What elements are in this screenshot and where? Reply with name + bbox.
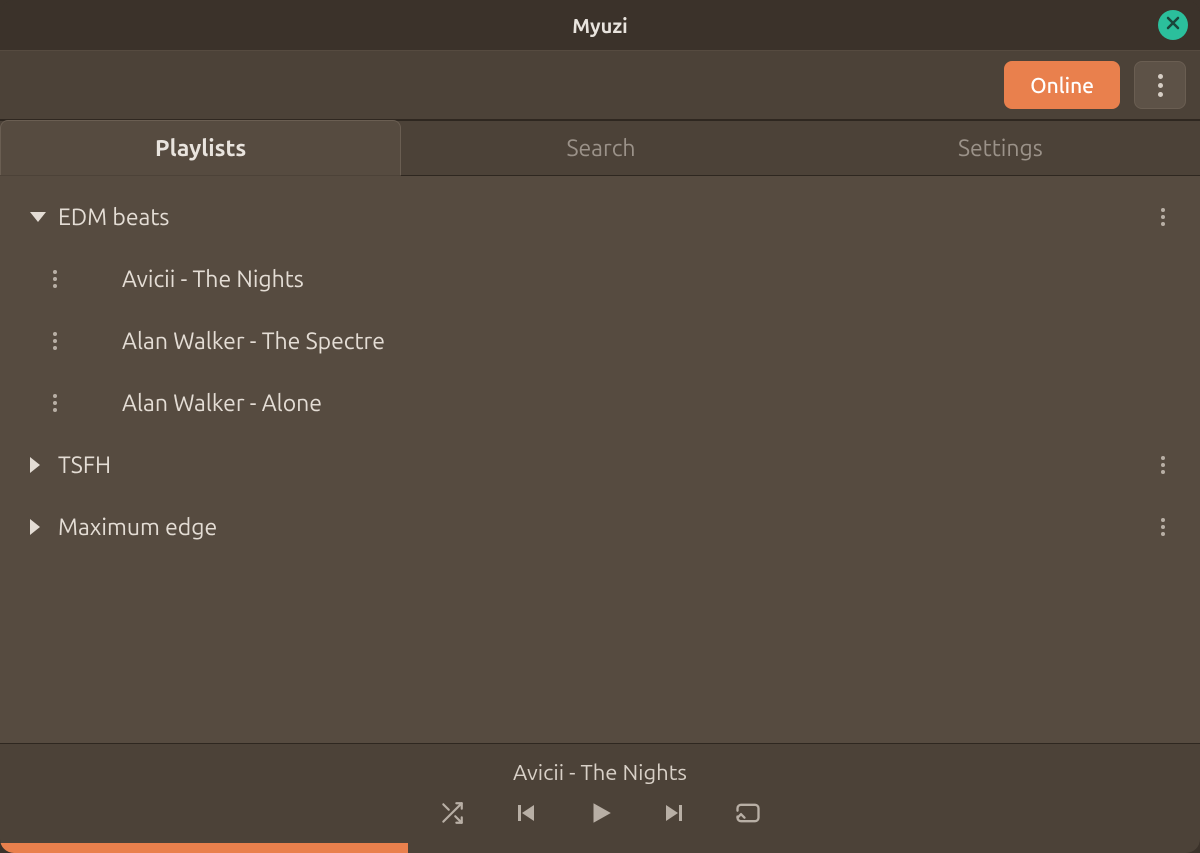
chevron-right-icon: [30, 457, 40, 473]
playlist-row: Maximum edge: [30, 496, 1178, 558]
playlist-row: EDM beats: [30, 186, 1178, 248]
playlist-menu-button[interactable]: [1148, 208, 1178, 226]
repeat-icon: [734, 801, 762, 829]
repeat-button[interactable]: [732, 799, 764, 831]
tab-label: Settings: [958, 136, 1043, 161]
tab-label: Search: [566, 136, 635, 161]
header-bar: Online: [0, 50, 1200, 120]
shuffle-button[interactable]: [436, 799, 468, 831]
tab-settings[interactable]: Settings: [801, 121, 1200, 176]
hamburger-menu-button[interactable]: [1134, 61, 1186, 109]
expand-toggle[interactable]: [30, 212, 58, 222]
close-icon: [1166, 16, 1180, 34]
skip-forward-icon: [662, 801, 686, 829]
shuffle-icon: [439, 800, 465, 830]
track-menu-button[interactable]: [40, 394, 70, 412]
chevron-right-icon: [30, 519, 40, 535]
track-menu-button[interactable]: [40, 332, 70, 350]
expand-toggle[interactable]: [30, 457, 58, 473]
close-button[interactable]: [1158, 10, 1188, 40]
play-icon: [587, 800, 613, 830]
track-row: Alan Walker - Alone: [30, 372, 1178, 434]
now-playing-label: Avicii - The Nights: [513, 760, 687, 785]
tab-playlists[interactable]: Playlists: [0, 120, 401, 175]
playlist-name[interactable]: Maximum edge: [58, 515, 1148, 540]
playlist-name[interactable]: TSFH: [58, 453, 1148, 478]
app-window: Myuzi Online Playlists Search Settings: [0, 0, 1200, 853]
tab-label: Playlists: [155, 136, 246, 161]
previous-button[interactable]: [510, 799, 542, 831]
three-dots-icon: [1158, 74, 1163, 97]
track-row: Avicii - The Nights: [30, 248, 1178, 310]
three-dots-icon: [53, 394, 57, 412]
three-dots-icon: [1161, 518, 1165, 536]
player-bar: Avicii - The Nights: [0, 743, 1200, 843]
online-button-label: Online: [1030, 73, 1094, 97]
progress-fill: [0, 843, 408, 853]
next-button[interactable]: [658, 799, 690, 831]
app-title: Myuzi: [0, 14, 1200, 37]
track-row: Alan Walker - The Spectre: [30, 310, 1178, 372]
track-menu-button[interactable]: [40, 270, 70, 288]
chevron-down-icon: [30, 212, 46, 222]
tab-bar: Playlists Search Settings: [0, 120, 1200, 176]
player-controls: [436, 799, 764, 831]
online-button[interactable]: Online: [1004, 61, 1120, 109]
three-dots-icon: [53, 332, 57, 350]
play-button[interactable]: [584, 799, 616, 831]
three-dots-icon: [1161, 208, 1165, 226]
progress-bar[interactable]: [0, 843, 1200, 853]
three-dots-icon: [53, 270, 57, 288]
playlist-row: TSFH: [30, 434, 1178, 496]
track-title[interactable]: Alan Walker - Alone: [122, 391, 1178, 416]
playlist-pane: EDM beats Avicii - The Nights Alan Walke…: [0, 176, 1200, 743]
skip-back-icon: [514, 801, 538, 829]
titlebar[interactable]: Myuzi: [0, 0, 1200, 50]
playlist-menu-button[interactable]: [1148, 518, 1178, 536]
playlist-menu-button[interactable]: [1148, 456, 1178, 474]
expand-toggle[interactable]: [30, 519, 58, 535]
playlist-name[interactable]: EDM beats: [58, 205, 1148, 230]
three-dots-icon: [1161, 456, 1165, 474]
track-title[interactable]: Avicii - The Nights: [122, 267, 1178, 292]
track-title[interactable]: Alan Walker - The Spectre: [122, 329, 1178, 354]
tab-search[interactable]: Search: [401, 121, 800, 176]
